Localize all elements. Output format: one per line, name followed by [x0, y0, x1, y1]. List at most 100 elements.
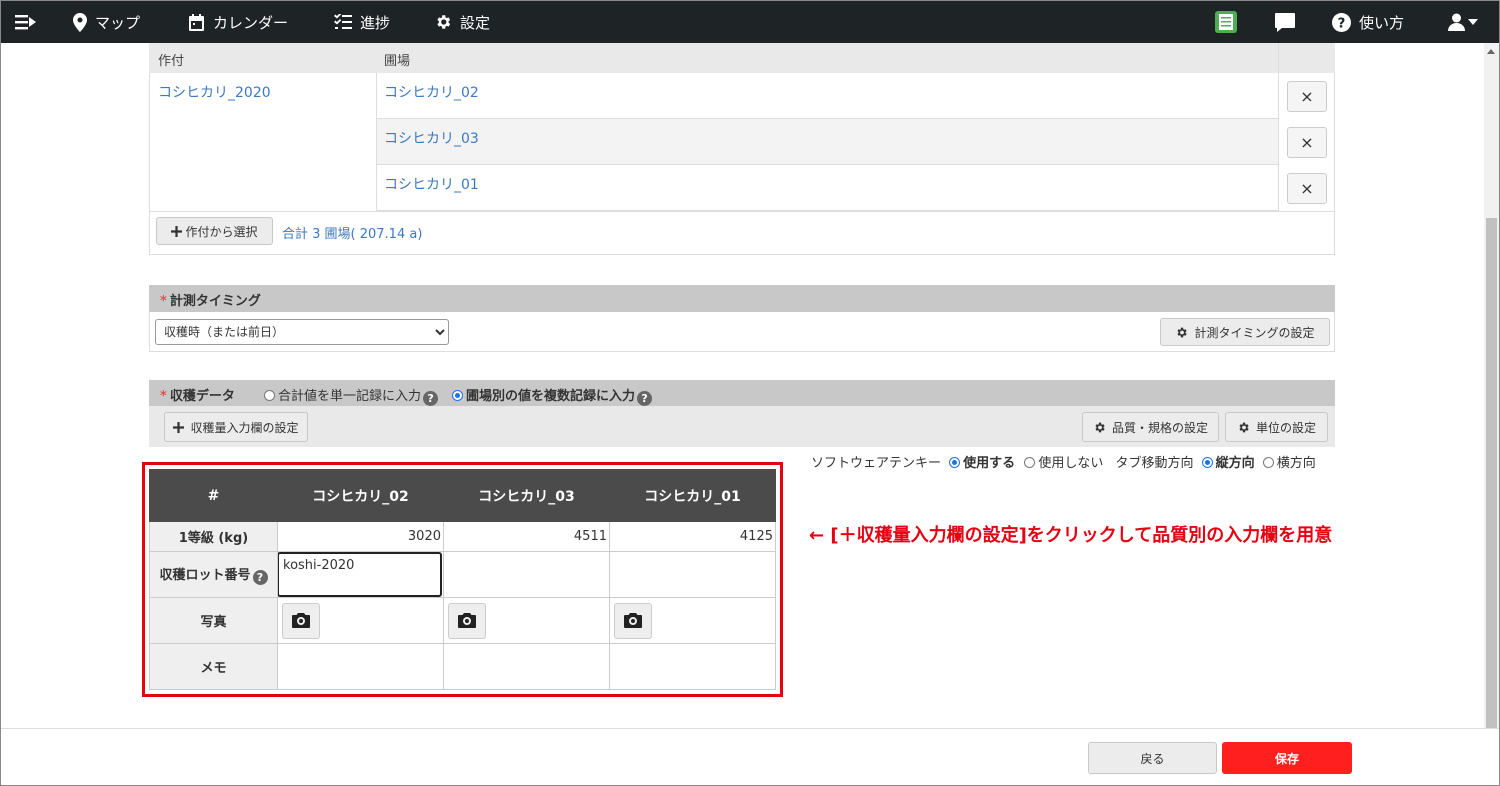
grid-header-row: # コシヒカリ_02 コシヒカリ_03 コシヒカリ_01: [149, 469, 776, 522]
tenkey-on-option[interactable]: 使用する: [949, 456, 1015, 471]
table-row: 収穫ロット番号? koshi-2020: [149, 551, 776, 598]
field-row: コシヒカリ_03: [377, 119, 1279, 165]
gear-icon: [1177, 327, 1188, 337]
select-from-crop-button[interactable]: 作付から選択: [156, 217, 273, 245]
save-button[interactable]: 保存: [1222, 742, 1352, 774]
input-options: ソフトウェアテンキー 使用する 使用しない タブ移動方向 縦方向 横方向: [811, 452, 1316, 471]
field-link[interactable]: コシヒカリ_01: [384, 174, 479, 194]
nav-calendar[interactable]: カレンダー: [188, 1, 288, 43]
record-book-button[interactable]: [1215, 1, 1237, 43]
fields-table-header: 作付 圃場: [149, 43, 1335, 73]
multi-record-option[interactable]: 圃場別の値を複数記録に入力?: [452, 385, 653, 406]
tab-vertical-radio[interactable]: [1201, 457, 1213, 468]
single-record-option[interactable]: 合計値を単一記録に入力?: [264, 385, 439, 406]
fields-table-body: コシヒカリ_2020 コシヒカリ_02 コシヒカリ_03 コシヒカリ_01 × …: [149, 73, 1335, 255]
harvest-input-settings-label: 収穫量入力欄の設定: [190, 420, 299, 435]
question-circle-icon: ?: [1332, 12, 1351, 32]
photo-row-header: 写真: [149, 597, 278, 644]
nav-progress[interactable]: 進捗: [334, 1, 390, 43]
page-scrollbar[interactable]: [1484, 43, 1499, 728]
nav-help[interactable]: ? 使い方: [1332, 1, 1404, 43]
timing-settings-button[interactable]: 計測タイミングの設定: [1160, 318, 1330, 346]
multi-record-label: 圃場別の値を複数記録に入力: [466, 389, 636, 404]
help-icon[interactable]: ?: [252, 570, 268, 585]
camera-icon: [458, 613, 476, 628]
remove-field-button[interactable]: ×: [1287, 127, 1327, 158]
tenkey-on-radio[interactable]: [949, 457, 961, 468]
grade-value-cell[interactable]: 4125: [609, 521, 776, 552]
lot-cell[interactable]: koshi-2020: [277, 551, 444, 598]
tab-vertical-label: 縦方向: [1215, 456, 1255, 471]
crop-cell: コシヒカリ_2020: [150, 73, 377, 211]
grid-column-header: コシヒカリ_03: [443, 469, 610, 522]
memo-row-header: メモ: [149, 643, 278, 690]
scrollbar-thumb[interactable]: [1486, 218, 1497, 728]
menu-toggle-button[interactable]: [15, 1, 37, 43]
plus-icon: [171, 225, 183, 237]
grid-corner-header: #: [149, 469, 278, 522]
annotation-text: ← [＋収穫量入力欄の設定]をクリックして品質別の入力欄を用意: [809, 525, 1333, 546]
tab-horizontal-option[interactable]: 横方向: [1262, 456, 1316, 471]
lot-cell[interactable]: [609, 551, 776, 598]
table-row: 写真: [149, 597, 776, 644]
multi-record-radio[interactable]: [452, 390, 463, 401]
field-link[interactable]: コシヒカリ_02: [384, 82, 479, 102]
lot-row-label: 収穫ロット番号: [159, 568, 251, 583]
col-crop-header: 作付: [158, 54, 185, 69]
back-button[interactable]: 戻る: [1088, 742, 1217, 774]
camera-button[interactable]: [448, 602, 486, 639]
remove-field-button[interactable]: ×: [1287, 173, 1327, 204]
svg-text:?: ?: [1338, 16, 1346, 31]
help-icon[interactable]: ?: [423, 391, 439, 406]
nav-progress-label: 進捗: [360, 13, 391, 32]
tab-vertical-option[interactable]: 縦方向: [1201, 456, 1255, 471]
single-record-radio[interactable]: [264, 390, 275, 401]
single-record-label: 合計値を単一記録に入力: [278, 389, 422, 404]
table-row: 1等級 (kg) 3020 4511 4125: [149, 521, 776, 552]
unit-settings-button[interactable]: 単位の設定: [1225, 412, 1328, 442]
tenkey-off-option[interactable]: 使用しない: [1024, 456, 1103, 471]
nav-map[interactable]: マップ: [73, 1, 140, 43]
user-menu-button[interactable]: [1448, 1, 1478, 43]
grade-value-cell[interactable]: 3020: [277, 521, 444, 552]
chat-button[interactable]: [1275, 1, 1295, 43]
nav-settings-label: 設定: [460, 13, 491, 32]
field-link[interactable]: コシヒカリ_03: [384, 128, 479, 148]
lot-cell[interactable]: [443, 551, 610, 598]
grid-column-header: コシヒカリ_02: [277, 469, 444, 522]
quality-settings-button[interactable]: 品質・規格の設定: [1082, 412, 1219, 442]
lot-row-header: 収穫ロット番号?: [149, 551, 278, 598]
scroll-up-arrow-icon[interactable]: [1487, 49, 1495, 54]
timing-select[interactable]: 収穫時（または前日）: [155, 319, 449, 345]
camera-icon: [292, 613, 310, 628]
harvest-grid: # コシヒカリ_02 コシヒカリ_03 コシヒカリ_01 1等級 (kg) 30…: [149, 469, 776, 690]
nav-map-label: マップ: [95, 13, 141, 32]
lot-number-input[interactable]: koshi-2020: [277, 552, 442, 597]
tenkey-off-radio[interactable]: [1024, 457, 1036, 468]
fields-total: 合計 3 圃場( 207.14 a): [282, 227, 423, 242]
tab-direction-label: タブ移動方向: [1115, 456, 1194, 471]
nav-help-label: 使い方: [1359, 13, 1405, 32]
map-pin-icon: [73, 12, 87, 32]
tab-horizontal-radio[interactable]: [1262, 457, 1274, 468]
nav-settings[interactable]: 設定: [434, 1, 490, 43]
grid-column-header: コシヒカリ_01: [609, 469, 776, 522]
harvest-title: 収穫データ: [169, 389, 235, 404]
photo-cell: [277, 597, 444, 644]
top-navbar: マップ カレンダー 進捗 設定 ? 使い方: [1, 1, 1499, 43]
gear-icon: [1239, 422, 1249, 432]
camera-button[interactable]: [282, 602, 320, 639]
memo-cell[interactable]: [443, 643, 610, 690]
field-row: コシヒカリ_02: [377, 73, 1279, 119]
select-from-crop-label: 作付から選択: [185, 224, 258, 239]
grade-value-cell[interactable]: 4511: [443, 521, 610, 552]
help-icon[interactable]: ?: [637, 391, 653, 406]
remove-field-button[interactable]: ×: [1287, 81, 1327, 112]
harvest-input-settings-button[interactable]: 収穫量入力欄の設定: [164, 412, 308, 442]
memo-cell[interactable]: [277, 643, 444, 690]
camera-button[interactable]: [614, 602, 652, 639]
crop-link[interactable]: コシヒカリ_2020: [158, 82, 271, 102]
memo-cell[interactable]: [609, 643, 776, 690]
col-field-header: 圃場: [384, 54, 411, 69]
record-book-icon: [1215, 11, 1237, 33]
